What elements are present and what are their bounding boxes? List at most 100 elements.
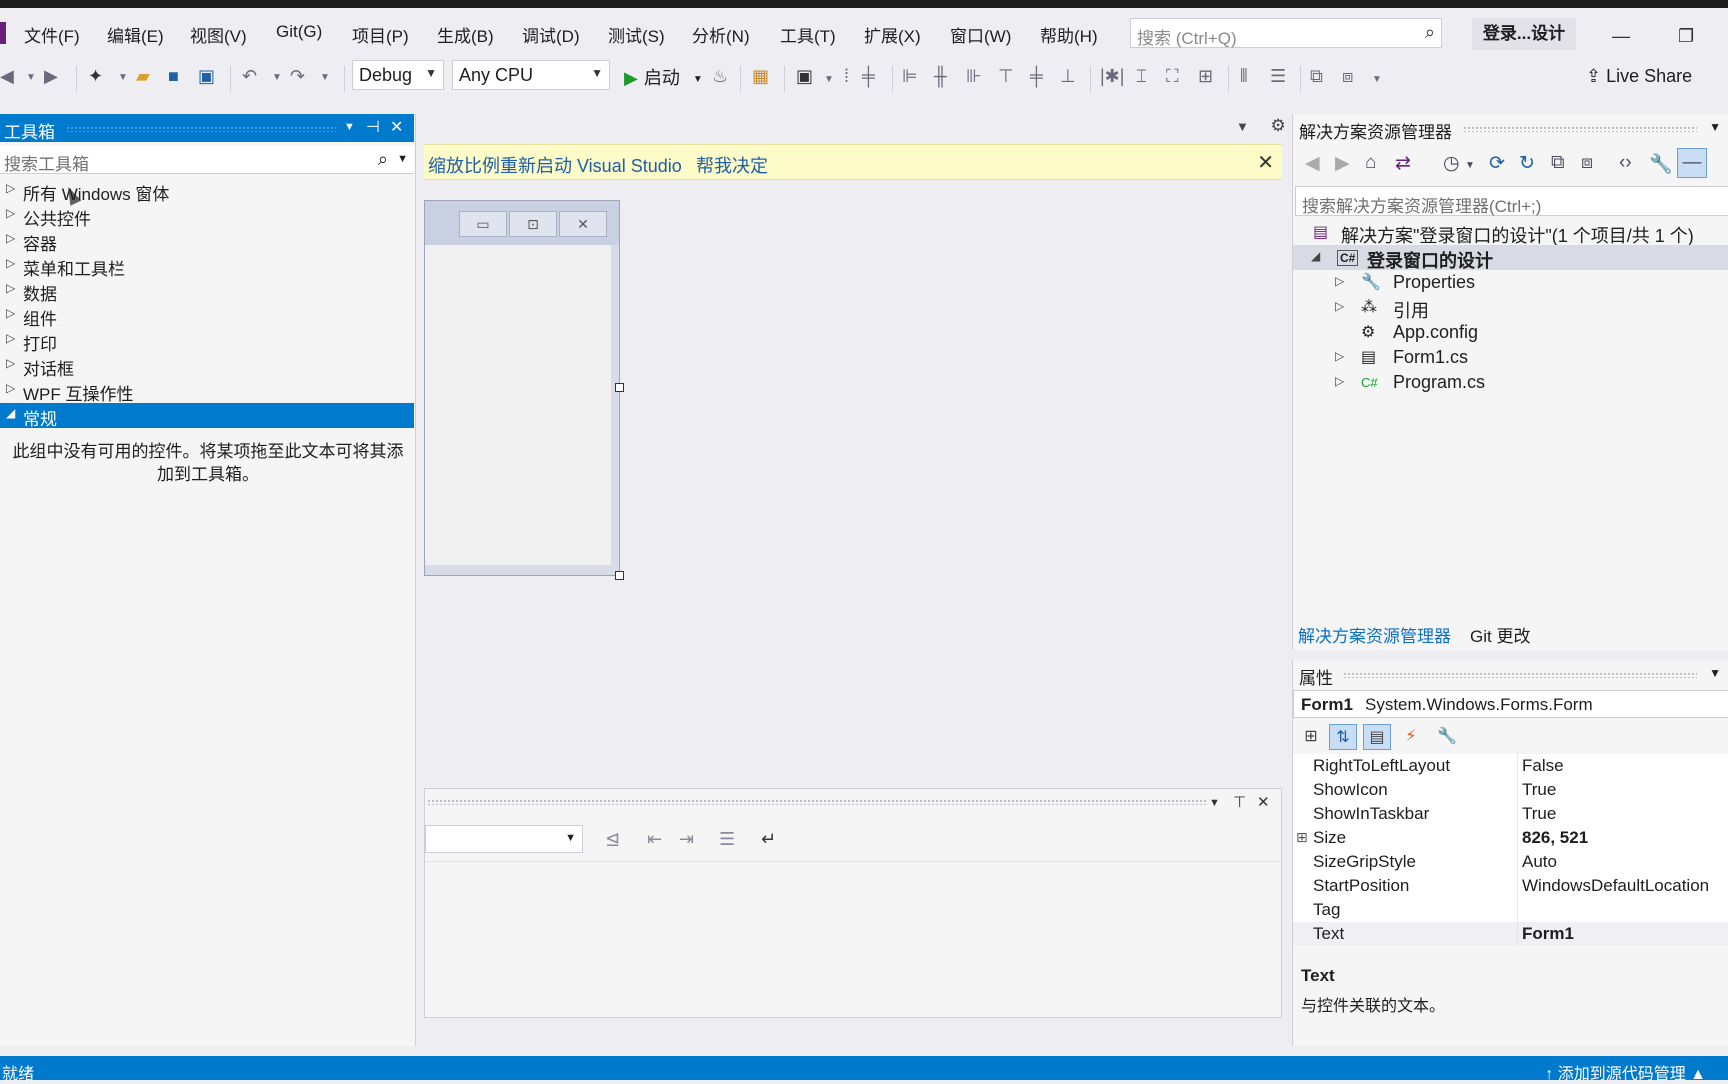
solution-config-select[interactable]: Debug ▼ [352, 60, 444, 90]
toolbox-category[interactable]: ▷ 数据 [0, 278, 414, 304]
dropdown-arrow-icon[interactable]: ▼ [693, 74, 703, 85]
toolbox-category[interactable]: ▷ 容器 [0, 228, 414, 254]
show-all-files-icon[interactable]: ⧈ [1581, 152, 1593, 174]
dropdown-arrow-icon[interactable]: ▼ [1465, 160, 1475, 171]
previous-message-icon[interactable]: ⇤ [647, 829, 662, 850]
image-icon[interactable]: ▣ [796, 66, 813, 87]
property-row-selected[interactable]: Text Form1 [1293, 922, 1728, 946]
property-pages-icon[interactable]: 🔧 [1433, 724, 1461, 750]
property-row[interactable]: ⊞ Size 826, 521 [1293, 826, 1728, 850]
property-row[interactable]: SizeGripStyle Auto [1293, 850, 1728, 874]
platform-select[interactable]: Any CPU ▼ [452, 60, 610, 90]
toolbox-category[interactable]: ▷ 组件 [0, 303, 414, 329]
resize-handle-bottom-right[interactable] [615, 571, 624, 580]
form-titlebar[interactable]: ▭ ⊡ ✕ [425, 201, 619, 245]
forward-icon[interactable]: ▶ [1335, 152, 1350, 175]
navigate-forward-icon[interactable]: ▶ [44, 66, 58, 87]
chevron-down-icon[interactable]: ▼ [397, 153, 408, 165]
align-center-icon[interactable]: ╫ [934, 66, 947, 87]
output-source-select[interactable]: ▼ [425, 825, 583, 853]
tree-item-appconfig[interactable]: ⚙ App.config [1293, 320, 1728, 345]
make-same-width-icon[interactable]: |✱| [1100, 66, 1124, 87]
align-right-icon[interactable]: ⊪ [966, 66, 982, 87]
wrench-icon[interactable]: 🔧 [1649, 152, 1673, 176]
navigate-back-icon[interactable]: ◀ [0, 66, 14, 87]
tree-item-form1[interactable]: ▷ ▤ Form1.cs [1293, 345, 1728, 370]
tab-solution-explorer[interactable]: 解决方案资源管理器 [1298, 622, 1451, 647]
chevron-down-icon[interactable]: ▼ [1709, 120, 1721, 134]
dropdown-arrow-icon[interactable]: ▼ [118, 72, 128, 83]
pin-icon[interactable]: ⊤ [1233, 793, 1246, 811]
toolbox-category[interactable]: ▷ 对话框 [0, 353, 414, 379]
property-value[interactable]: 826, 521 [1522, 828, 1588, 848]
toolbox-category[interactable]: ▷ 公共控件 [0, 203, 414, 229]
view-code-icon[interactable]: ‹› [1619, 152, 1632, 174]
new-project-icon[interactable]: ✦ [88, 66, 103, 87]
make-same-size-icon[interactable]: ⊞ [1198, 66, 1213, 87]
menu-view[interactable]: 视图(V) [190, 22, 247, 47]
quick-search-input[interactable]: 搜索 (Ctrl+Q) ⌕ [1130, 18, 1442, 48]
property-value[interactable]: Auto [1522, 852, 1557, 872]
bring-to-front-icon[interactable]: ⧉ [1310, 66, 1323, 87]
menu-help[interactable]: 帮助(H) [1040, 22, 1098, 47]
resize-handle-right[interactable] [615, 383, 624, 392]
dropdown-arrow-icon[interactable]: ▼ [1372, 74, 1382, 85]
find-message-icon[interactable]: ⊴ [605, 829, 620, 850]
toolbox-search-input[interactable]: 搜索工具箱 ⌕ ▼ [0, 146, 414, 174]
chevron-down-icon[interactable]: ▼ [1709, 666, 1721, 680]
toolbox-category[interactable]: ▷ 所有 Windows 窗体 [0, 178, 414, 204]
tree-item-solution[interactable]: ▤ 解决方案"登录窗口的设计"(1 个项目/共 1 个) [1293, 220, 1728, 246]
toolbox-category[interactable]: ▷ 菜单和工具栏 [0, 253, 414, 279]
alphabetical-icon[interactable]: ⇅ [1329, 724, 1357, 750]
tree-item-properties[interactable]: ▷ 🔧 Properties [1293, 270, 1728, 295]
dropdown-arrow-icon[interactable]: ▼ [320, 72, 330, 83]
home-icon[interactable]: ⌂ [1365, 152, 1376, 174]
gear-icon[interactable]: ⚙ [1271, 116, 1286, 135]
back-icon[interactable]: ◀ [1305, 152, 1320, 175]
close-icon[interactable]: ✕ [390, 117, 403, 137]
add-to-source-control-button[interactable]: ↑ 添加到源代码管理 ▲ [1545, 1060, 1706, 1084]
dropdown-arrow-icon[interactable]: ▼ [824, 74, 834, 85]
make-same-height-icon[interactable]: ⌶ [1136, 66, 1147, 87]
restore-icon[interactable]: ❐ [1678, 26, 1694, 47]
hot-reload-icon[interactable]: ♨ [712, 66, 728, 87]
redo-icon[interactable]: ↷ [290, 66, 305, 87]
align-icon[interactable]: ╪ [862, 66, 875, 87]
open-folder-icon[interactable]: ▰ [136, 66, 150, 87]
menu-build[interactable]: 生成(B) [437, 22, 494, 47]
chevron-down-icon[interactable]: ▼ [344, 121, 355, 133]
property-value[interactable]: Form1 [1522, 924, 1574, 944]
output-content[interactable] [425, 861, 1281, 1017]
switch-views-icon[interactable]: ⇄ [1395, 152, 1411, 175]
events-icon[interactable]: ⚡ [1397, 724, 1425, 750]
property-row[interactable]: Tag [1293, 898, 1728, 922]
property-row[interactable]: ShowIcon True [1293, 778, 1728, 802]
next-message-icon[interactable]: ⇥ [679, 829, 694, 850]
horizontal-spacing-icon[interactable]: ⫴ [1240, 66, 1248, 87]
categorized-icon[interactable]: ⊞ [1297, 724, 1325, 750]
tree-item-project[interactable]: ◢ C# 登录窗口的设计 [1293, 245, 1728, 271]
properties-icon[interactable]: ▤ [1363, 724, 1391, 750]
solution-explorer-search-input[interactable]: 搜索解决方案资源管理器(Ctrl+;) [1295, 186, 1728, 216]
align-bottom-icon[interactable]: ⊥ [1060, 66, 1076, 87]
pin-icon[interactable]: ⊣ [366, 117, 380, 137]
tree-item-program[interactable]: ▷ C# Program.cs [1293, 370, 1728, 395]
property-value[interactable]: True [1522, 780, 1556, 800]
property-value[interactable]: WindowsDefaultLocation [1522, 876, 1709, 896]
align-left-icon[interactable]: ⊫ [902, 66, 918, 87]
sync-icon[interactable]: ⟳ [1489, 152, 1505, 175]
save-all-icon[interactable]: ▣ [198, 66, 215, 87]
toolbox-category-selected[interactable]: ◢ 常规 [0, 403, 414, 429]
word-wrap-icon[interactable]: ↵ [761, 829, 776, 850]
menu-analyze[interactable]: 分析(N) [692, 22, 750, 47]
drag-handle[interactable] [1463, 126, 1697, 132]
clear-all-icon[interactable]: ☰ [719, 829, 735, 850]
align-top-icon[interactable]: ⊤ [998, 66, 1014, 87]
menu-test[interactable]: 测试(S) [608, 22, 665, 47]
help-me-decide-link[interactable]: 帮我决定 [696, 152, 768, 178]
menu-git[interactable]: Git(G) [276, 22, 322, 42]
property-value[interactable]: False [1522, 756, 1564, 776]
minimize-icon[interactable]: — [1612, 26, 1630, 47]
tree-item-references[interactable]: ▷ ⁂ 引用 [1293, 295, 1728, 321]
chevron-down-icon[interactable]: ▼ [1209, 797, 1220, 809]
